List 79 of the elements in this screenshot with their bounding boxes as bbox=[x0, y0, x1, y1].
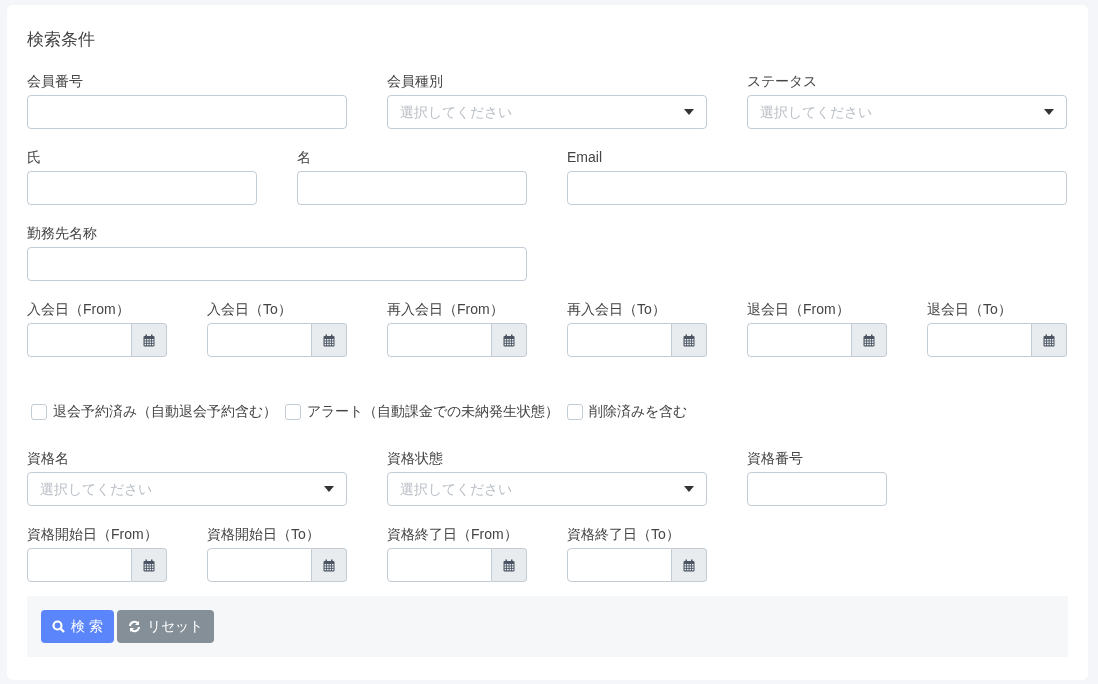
text-field[interactable] bbox=[747, 472, 887, 506]
text-field[interactable] bbox=[27, 95, 347, 129]
field-label: 再入会日（To） bbox=[567, 300, 667, 319]
field-label: ステータス bbox=[747, 72, 818, 91]
date-field[interactable] bbox=[207, 323, 312, 357]
calendar-button[interactable] bbox=[672, 323, 707, 357]
date-field[interactable] bbox=[567, 548, 672, 582]
field-label: 資格名 bbox=[27, 449, 70, 468]
field-label: 勤務先名称 bbox=[27, 224, 98, 243]
field-label: 会員番号 bbox=[27, 72, 84, 91]
field-label: 資格開始日（From） bbox=[27, 525, 159, 544]
date-field[interactable] bbox=[927, 323, 1032, 357]
checkbox[interactable] bbox=[567, 403, 583, 420]
caret-icon bbox=[684, 109, 694, 115]
date-field[interactable] bbox=[387, 548, 492, 582]
field-label: 資格終了日（To） bbox=[567, 525, 681, 544]
field-label: 資格終了日（From） bbox=[387, 525, 519, 544]
panel-title: 検索条件 bbox=[27, 29, 96, 51]
calendar-icon bbox=[323, 333, 335, 347]
text-field[interactable] bbox=[567, 171, 1067, 205]
calendar-icon bbox=[503, 333, 515, 347]
field-label: 退会日（To） bbox=[927, 300, 1013, 319]
checkbox[interactable] bbox=[285, 403, 301, 420]
search-icon bbox=[52, 620, 65, 633]
text-field[interactable] bbox=[27, 171, 257, 205]
field-label: 名 bbox=[297, 148, 312, 167]
calendar-icon bbox=[323, 558, 335, 572]
calendar-icon bbox=[683, 558, 695, 572]
date-field[interactable] bbox=[207, 548, 312, 582]
calendar-icon bbox=[1043, 333, 1055, 347]
calendar-button[interactable] bbox=[312, 323, 347, 357]
date-field[interactable] bbox=[747, 323, 852, 357]
field-label: 退会日（From） bbox=[747, 300, 851, 319]
field-label: 再入会日（From） bbox=[387, 300, 505, 319]
field-label: 資格開始日（To） bbox=[207, 525, 321, 544]
calendar-button[interactable] bbox=[492, 323, 527, 357]
select-placeholder: 選択してください bbox=[400, 102, 512, 122]
calendar-icon bbox=[863, 333, 875, 347]
calendar-button[interactable] bbox=[132, 548, 167, 582]
caret-icon bbox=[1044, 109, 1054, 115]
select-placeholder: 選択してください bbox=[760, 102, 872, 122]
search-button[interactable]: 検 索 bbox=[41, 610, 114, 643]
calendar-icon bbox=[143, 333, 155, 347]
refresh-icon bbox=[127, 620, 141, 633]
field-label: 会員種別 bbox=[387, 72, 444, 91]
field-label: 資格番号 bbox=[747, 449, 804, 468]
date-field[interactable] bbox=[387, 323, 492, 357]
calendar-icon bbox=[143, 558, 155, 572]
reset-button[interactable]: リセット bbox=[116, 610, 214, 643]
checkbox-label: 削除済みを含む bbox=[589, 402, 687, 421]
select-field[interactable]: 選択してください bbox=[387, 472, 707, 506]
field-label: 氏 bbox=[27, 148, 42, 167]
field-label: Email bbox=[567, 148, 603, 167]
calendar-icon bbox=[503, 558, 515, 572]
select-placeholder: 選択してください bbox=[40, 479, 152, 499]
calendar-button[interactable] bbox=[672, 548, 707, 582]
field-label: 入会日（To） bbox=[207, 300, 293, 319]
calendar-button[interactable] bbox=[312, 548, 347, 582]
calendar-button[interactable] bbox=[1032, 323, 1067, 357]
checkbox-label: 退会予約済み（自動退会予約含む） bbox=[53, 402, 277, 421]
date-field[interactable] bbox=[567, 323, 672, 357]
calendar-icon bbox=[683, 333, 695, 347]
caret-icon bbox=[324, 486, 334, 492]
calendar-button[interactable] bbox=[852, 323, 887, 357]
date-field[interactable] bbox=[27, 548, 132, 582]
field-label: 資格状態 bbox=[387, 449, 444, 468]
calendar-button[interactable] bbox=[132, 323, 167, 357]
select-field[interactable]: 選択してください bbox=[747, 95, 1067, 129]
calendar-button[interactable] bbox=[492, 548, 527, 582]
date-field[interactable] bbox=[27, 323, 132, 357]
text-field[interactable] bbox=[297, 171, 527, 205]
select-placeholder: 選択してください bbox=[400, 479, 512, 499]
checkbox-label: アラート（自動課金での未納発生状態） bbox=[307, 402, 559, 421]
select-field[interactable]: 選択してください bbox=[27, 472, 347, 506]
select-field[interactable]: 選択してください bbox=[387, 95, 707, 129]
caret-icon bbox=[684, 486, 694, 492]
checkbox[interactable] bbox=[31, 403, 47, 420]
field-label: 入会日（From） bbox=[27, 300, 131, 319]
text-field[interactable] bbox=[27, 247, 527, 281]
